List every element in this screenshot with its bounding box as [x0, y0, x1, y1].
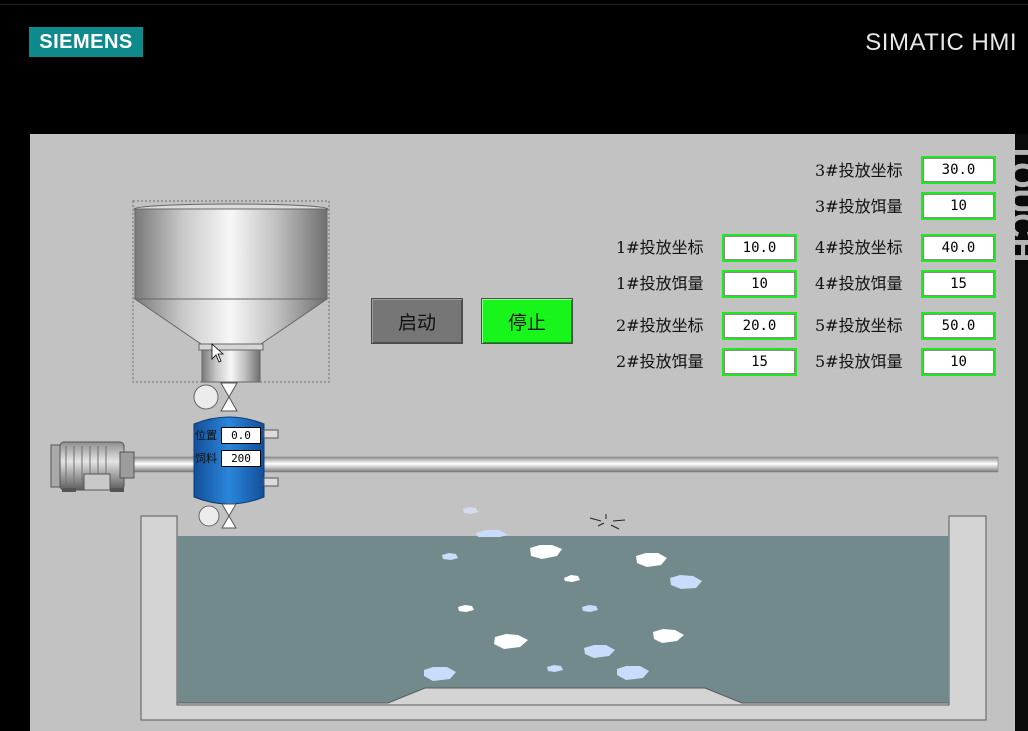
p3-coord-input[interactable]: 30.0 — [921, 156, 996, 184]
stop-button[interactable]: 停止 — [481, 298, 573, 344]
p4-amount-input[interactable]: 15 — [921, 270, 996, 298]
feed-readout: 200 — [221, 450, 261, 467]
p2-amount-label: 2#投放饵量 — [616, 352, 704, 371]
p1-coord-label: 1#投放坐标 — [616, 238, 704, 257]
p1-coord-input[interactable]: 10.0 — [722, 234, 797, 262]
position-readout: 0.0 — [221, 427, 261, 444]
position-label: 位置 — [195, 429, 217, 442]
start-button[interactable]: 启动 — [371, 298, 463, 344]
p2-coord-input[interactable]: 20.0 — [722, 312, 797, 340]
p2-amount-input[interactable]: 15 — [722, 348, 797, 376]
water-surface — [177, 536, 949, 703]
p4-amount-label: 4#投放饵量 — [815, 274, 903, 293]
feed-label: 饲料 — [195, 452, 217, 465]
lower-valve-icon — [198, 503, 237, 529]
p2-coord-label: 2#投放坐标 — [616, 316, 704, 335]
feed-hopper-icon — [132, 200, 330, 383]
p1-amount-input[interactable]: 10 — [722, 270, 797, 298]
p4-coord-label: 4#投放坐标 — [815, 238, 903, 257]
p3-amount-label: 3#投放饵量 — [815, 197, 903, 216]
p5-coord-label: 5#投放坐标 — [815, 316, 903, 335]
p5-coord-input[interactable]: 50.0 — [921, 312, 996, 340]
upper-valve-icon — [193, 382, 238, 412]
p5-amount-label: 5#投放饵量 — [815, 352, 903, 371]
fish-pond — [140, 515, 987, 721]
p4-coord-input[interactable]: 40.0 — [921, 234, 996, 262]
p3-amount-input[interactable]: 10 — [921, 192, 996, 220]
motor-icon — [50, 441, 135, 492]
p3-coord-label: 3#投放坐标 — [815, 161, 903, 180]
p1-amount-label: 1#投放饵量 — [616, 274, 704, 293]
p5-amount-input[interactable]: 10 — [921, 348, 996, 376]
